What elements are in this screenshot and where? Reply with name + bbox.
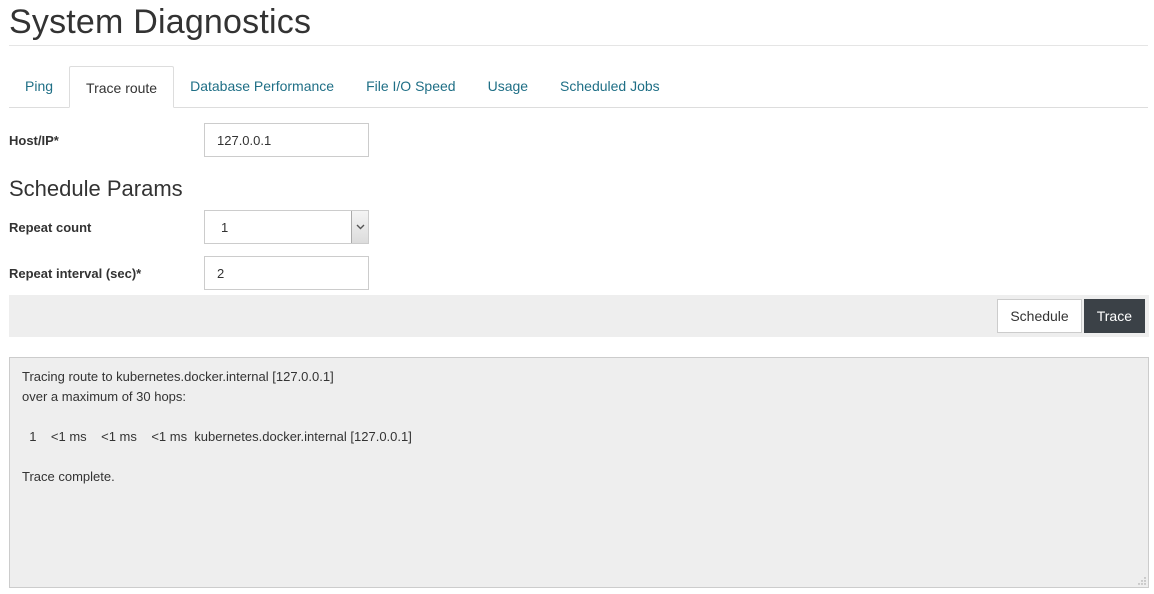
host-row: Host/IP* <box>9 123 1148 157</box>
resize-grip-icon[interactable] <box>1138 577 1146 585</box>
output-line: Trace complete. <box>22 469 115 484</box>
tab-database-performance[interactable]: Database Performance <box>174 66 350 107</box>
chevron-down-icon[interactable] <box>351 211 368 243</box>
schedule-params-heading: Schedule Params <box>9 176 183 201</box>
trace-button[interactable]: Trace <box>1083 299 1145 333</box>
host-label: Host/IP* <box>9 132 59 148</box>
trace-output[interactable]: Tracing route to kubernetes.docker.inter… <box>9 357 1149 588</box>
repeat-count-row: Repeat count 1 <box>9 210 1148 244</box>
output-line: Tracing route to kubernetes.docker.inter… <box>22 369 334 384</box>
output-line: over a maximum of 30 hops: <box>22 389 187 404</box>
tab-scheduled-jobs[interactable]: Scheduled Jobs <box>544 66 676 107</box>
repeat-count-label: Repeat count <box>9 219 92 235</box>
tab-trace-route[interactable]: Trace route <box>69 66 175 108</box>
diagnostics-tabs: Ping Trace route Database Performance Fi… <box>9 56 1148 108</box>
system-diagnostics-page: System Diagnostics Ping Trace route Data… <box>0 0 1154 594</box>
schedule-button[interactable]: Schedule <box>997 299 1082 333</box>
repeat-interval-input[interactable] <box>204 256 369 290</box>
title-divider <box>9 45 1148 46</box>
host-input[interactable] <box>204 123 369 157</box>
page-title: System Diagnostics <box>9 3 312 41</box>
output-line: 1 <1 ms <1 ms <1 ms kubernetes.docker.in… <box>22 429 412 444</box>
repeat-interval-row: Repeat interval (sec)* <box>9 256 1148 290</box>
repeat-interval-label: Repeat interval (sec)* <box>9 265 142 281</box>
tab-file-io-speed[interactable]: File I/O Speed <box>350 66 472 107</box>
repeat-count-select[interactable]: 1 <box>204 210 369 244</box>
action-bar: Schedule Trace <box>9 295 1149 337</box>
tab-usage[interactable]: Usage <box>472 66 544 107</box>
repeat-count-value: 1 <box>221 219 229 235</box>
tab-ping[interactable]: Ping <box>9 66 69 107</box>
